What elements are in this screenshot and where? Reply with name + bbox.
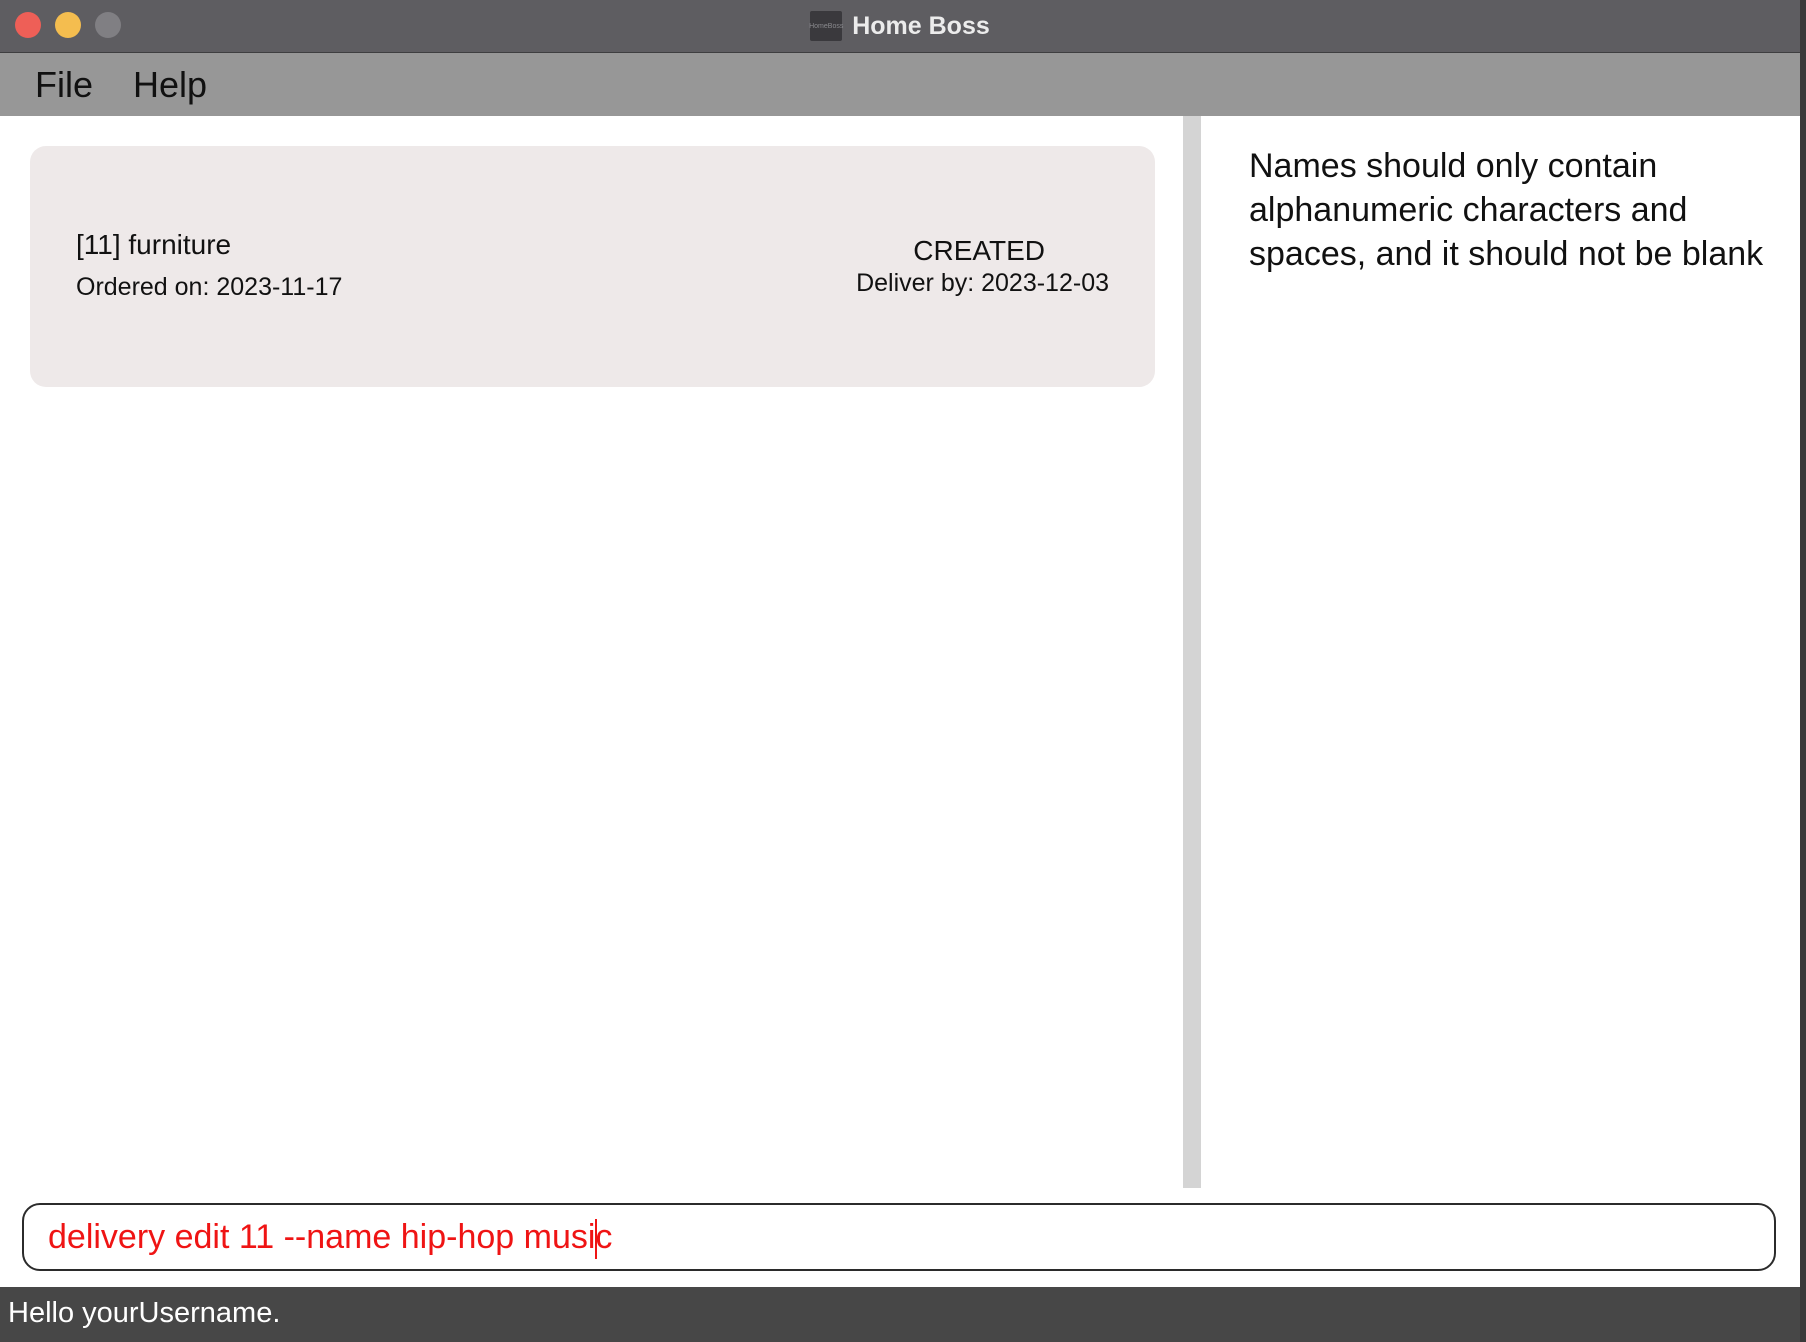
window-edge [1800,0,1806,1342]
result-message: Names should only contain alphanumeric c… [1249,147,1764,273]
title-bar[interactable]: HomeBoss Home Boss [0,0,1800,53]
result-display-panel: Names should only contain alphanumeric c… [1201,116,1800,1188]
delivery-deliver-by-date: Deliver by: 2023-12-03 [856,269,1109,297]
menu-help[interactable]: Help [133,64,207,106]
command-box[interactable] [22,1203,1776,1271]
app-icon: HomeBoss [809,11,843,41]
title-group: HomeBoss Home Boss [0,0,1800,52]
delivery-name: [11] furniture [76,229,232,260]
status-bar: Hello yourUsername. [0,1287,1800,1342]
menu-bar: File Help [0,53,1800,116]
window-title: Home Boss [852,11,990,40]
menu-file[interactable]: File [35,64,93,106]
app-window: HomeBoss Home Boss File Help [11] furnit… [0,0,1800,1342]
text-caret [595,1219,597,1259]
delivery-list-panel: [11] furniture Ordered on: 2023-11-17 CR… [0,116,1183,1188]
delivery-card[interactable]: [11] furniture Ordered on: 2023-11-17 CR… [30,146,1155,387]
command-input[interactable] [48,1205,1748,1269]
delivery-ordered-date: Ordered on: 2023-11-17 [76,273,343,301]
status-bar-text: Hello yourUsername. [8,1297,281,1329]
delivery-status: CREATED [913,235,1045,266]
panel-divider[interactable] [1183,116,1201,1188]
